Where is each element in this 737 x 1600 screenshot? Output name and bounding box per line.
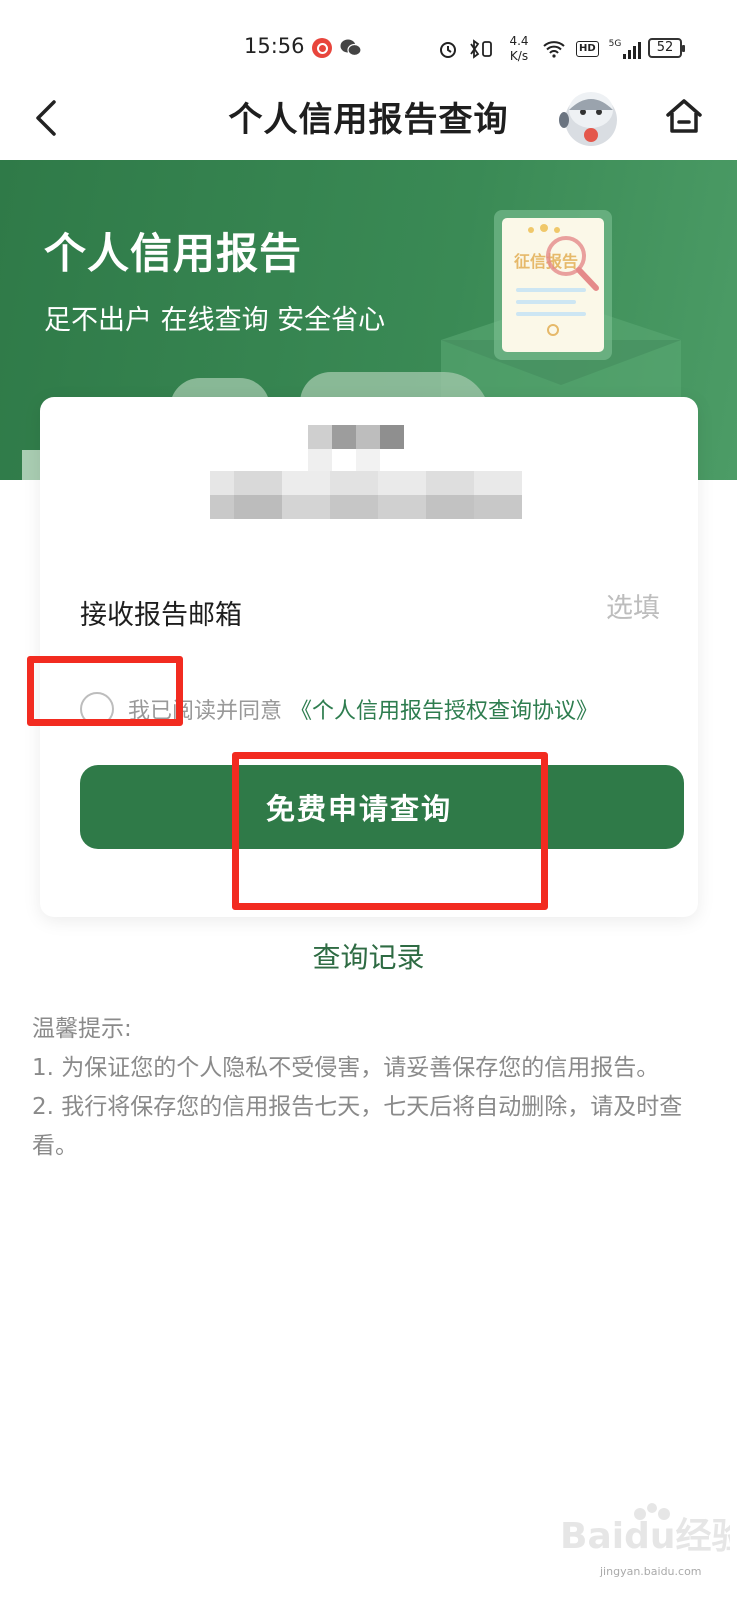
status-bar: 15:56 4.4 K/s HD 5G 52 [0,0,737,78]
wechat-icon [340,39,362,57]
agreement-link[interactable]: 《个人信用报告授权查询协议》 [290,693,598,725]
nav-bar: 个人信用报告查询 [0,78,737,160]
tips-line-2: 2. 我行将保存您的信用报告七天，七天后将自动删除，请及时查看。 [32,1094,683,1159]
bluetooth-vibrate-icon [470,39,492,59]
baidu-paw-logo: Baidu经验 [560,1503,737,1557]
svg-text:Baidu经验: Baidu经验 [560,1516,730,1557]
net-speed: 4.4 K/s [509,34,529,63]
watermark-site: jingyan.baidu.com [600,1565,702,1578]
tips-line-1: 1. 为保证您的个人隐私不受侵害，请妥善保存您的信用报告。 [32,1055,660,1081]
query-history-link[interactable]: 查询记录 [0,936,737,976]
tips-section: 温馨提示: 1. 为保证您的个人隐私不受侵害，请妥善保存您的信用报告。 2. 我… [32,1010,702,1166]
page-title: 个人信用报告查询 [228,100,509,140]
hero-subtitle: 足不出户 在线查询 安全省心 [44,305,386,336]
hero-title: 个人信用报告 [44,229,303,278]
signal-indicator: 5G [609,39,642,59]
agree-radio[interactable] [80,692,114,726]
redacted-id-number [210,471,522,519]
email-label: 接收报告邮箱 [80,600,242,631]
free-apply-button[interactable]: 免费申请查询 [80,765,684,849]
tips-heading: 温馨提示: [32,1016,132,1042]
battery-indicator: 52 [648,38,685,58]
wifi-icon [543,41,565,58]
home-icon[interactable] [662,94,706,138]
redacted-name [308,425,404,473]
credit-report-illustration: 征信报告 [441,210,681,400]
agree-text: 我已阅读并同意 [128,699,283,724]
badge-text: 征信报告 [514,252,578,271]
mascot-avatar-icon[interactable] [556,80,626,150]
status-time: 15:56 [244,34,305,58]
email-input[interactable] [380,583,660,633]
notification-app-icon [312,38,332,58]
baidu-watermark: Baidu经验 [560,1500,737,1570]
query-form-card: 接收报告邮箱 我已阅读并同意 《个人信用报告授权查询协议》 免费申请查询 [40,397,698,917]
agreement-row: 我已阅读并同意 《个人信用报告授权查询协议》 [80,689,598,729]
hd-badge: HD [576,41,599,57]
alarm-icon [440,42,456,58]
